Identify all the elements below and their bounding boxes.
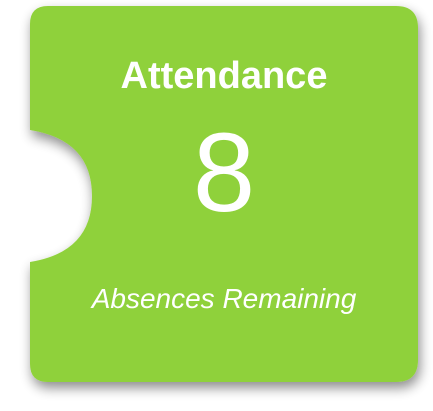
attendance-tile[interactable]: Attendance 8 Absences Remaining [0, 0, 433, 411]
tile-caption: Absences Remaining [91, 283, 357, 314]
absences-count: 8 [192, 110, 256, 235]
tile-title: Attendance [120, 55, 328, 97]
